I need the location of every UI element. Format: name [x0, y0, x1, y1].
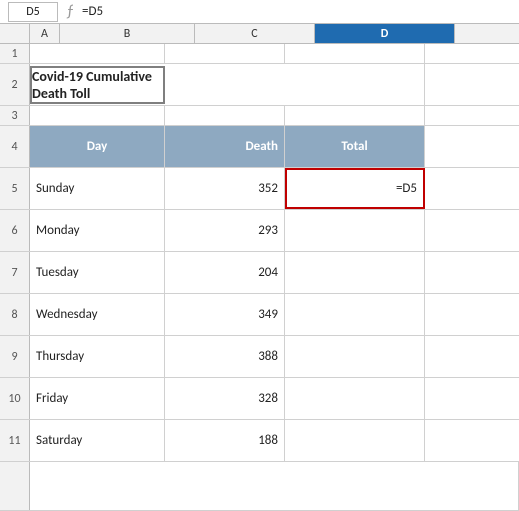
cell-c3[interactable]	[165, 106, 285, 125]
row-num-1: 1	[0, 44, 30, 63]
cell-b1[interactable]	[30, 44, 165, 63]
cell-c5[interactable]: 352	[165, 168, 285, 209]
cell-b10[interactable]: Friday	[30, 378, 165, 419]
cell-extra-b	[30, 462, 519, 510]
row-num-7: 7	[0, 252, 30, 293]
row-6: 6 Monday 293	[0, 210, 519, 252]
cell-b7[interactable]: Tuesday	[30, 252, 165, 293]
cell-b5[interactable]: Sunday	[30, 168, 165, 209]
header-total[interactable]: Total	[285, 126, 425, 167]
row-num-11: 11	[0, 420, 30, 461]
formula-divider: ƒ	[66, 2, 74, 21]
col-header-a[interactable]: A	[30, 24, 60, 43]
cell-d10[interactable]	[285, 378, 425, 419]
cell-c6[interactable]: 293	[165, 210, 285, 251]
row-num-2: 2	[0, 64, 30, 105]
col-header-b[interactable]: B	[60, 24, 195, 43]
cell-c1[interactable]	[165, 44, 285, 63]
cell-d5[interactable]: =D5	[285, 168, 425, 209]
remaining-rows	[0, 462, 519, 511]
column-headers-row: A B C D	[0, 24, 519, 44]
row-11: 11 Saturday 188	[0, 420, 519, 462]
cell-c2[interactable]	[165, 64, 285, 105]
formula-bar: D5 ƒ =D5	[0, 0, 519, 24]
cell-b9[interactable]: Thursday	[30, 336, 165, 377]
header-death[interactable]: Death	[165, 126, 285, 167]
row-2: 2 Covid-19 Cumulative Death Toll	[0, 64, 519, 106]
row-num-9: 9	[0, 336, 30, 377]
formula-text: =D5	[82, 4, 511, 19]
cell-d1[interactable]	[285, 44, 425, 63]
cell-b3[interactable]	[30, 106, 165, 125]
cell-b2[interactable]: Covid-19 Cumulative Death Toll	[30, 64, 165, 105]
row-num-5: 5	[0, 168, 30, 209]
cell-c10[interactable]: 328	[165, 378, 285, 419]
grid: 1 2 Covid-19 Cumulative Death Toll 3 4 D…	[0, 44, 519, 511]
title-cell: Covid-19 Cumulative Death Toll	[30, 66, 165, 104]
cell-reference: D5	[8, 2, 58, 22]
spreadsheet: D5 ƒ =D5 A B C D 1 2 Covid-19 Cumulative…	[0, 0, 519, 511]
cell-b6[interactable]: Monday	[30, 210, 165, 251]
cell-d7[interactable]	[285, 252, 425, 293]
cell-c7[interactable]: 204	[165, 252, 285, 293]
cell-d3[interactable]	[285, 106, 425, 125]
cell-c9[interactable]: 388	[165, 336, 285, 377]
header-day[interactable]: Day	[30, 126, 165, 167]
cell-c8[interactable]: 349	[165, 294, 285, 335]
row-4: 4 Day Death Total	[0, 126, 519, 168]
row-num-4: 4	[0, 126, 30, 167]
row-9: 9 Thursday 388	[0, 336, 519, 378]
cell-d9[interactable]	[285, 336, 425, 377]
row-num-6: 6	[0, 210, 30, 251]
cell-d6[interactable]	[285, 210, 425, 251]
row-10: 10 Friday 328	[0, 378, 519, 420]
col-header-c[interactable]: C	[195, 24, 315, 43]
col-header-d[interactable]: D	[315, 24, 455, 43]
cell-d8[interactable]	[285, 294, 425, 335]
cell-b8[interactable]: Wednesday	[30, 294, 165, 335]
row-num-3: 3	[0, 106, 30, 125]
row-3: 3	[0, 106, 519, 126]
row-num-8: 8	[0, 294, 30, 335]
cell-b11[interactable]: Saturday	[30, 420, 165, 461]
row-num-10: 10	[0, 378, 30, 419]
row-5: 5 Sunday 352 =D5	[0, 168, 519, 210]
cell-c11[interactable]: 188	[165, 420, 285, 461]
row-num-extra	[0, 462, 30, 510]
row-8: 8 Wednesday 349	[0, 294, 519, 336]
row-1: 1	[0, 44, 519, 64]
cell-d2[interactable]	[285, 64, 425, 105]
row-7: 7 Tuesday 204	[0, 252, 519, 294]
cell-d11[interactable]	[285, 420, 425, 461]
corner-spacer	[0, 24, 30, 43]
